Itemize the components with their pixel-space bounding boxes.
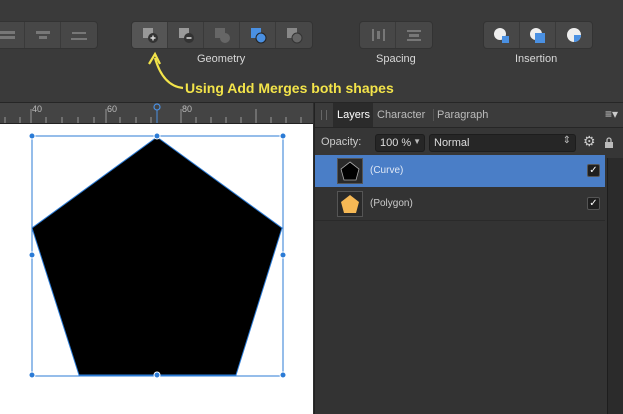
gear-icon[interactable]: ⚙ [583, 133, 596, 150]
layers-panel: Layers Character Paragraph ≡▾ Opacity: 1… [314, 103, 623, 414]
space-vertical-icon [407, 30, 421, 41]
geometry-button-group [131, 21, 313, 49]
divide-geometry-button[interactable] [276, 22, 312, 48]
insert-top-icon [567, 28, 581, 42]
handle-top-left[interactable] [28, 132, 36, 140]
design-canvas[interactable] [0, 124, 313, 414]
align-button-3[interactable] [61, 22, 97, 48]
subtract-icon [178, 28, 194, 43]
visibility-checkbox[interactable]: ✓ [587, 197, 600, 210]
layer-row-polygon[interactable]: (Polygon) ✓ [315, 188, 605, 221]
merged-pentagon-shape[interactable] [31, 136, 283, 376]
insert-top-button[interactable] [556, 22, 592, 48]
tab-layers[interactable]: Layers [337, 109, 370, 121]
spacing-button-group [359, 21, 433, 49]
opacity-value: 100 % [380, 137, 412, 149]
panel-menu-icon[interactable]: ≡▾ [605, 107, 618, 121]
toolbar: Geometry Spacing Insertion Using Add Mer… [0, 0, 623, 103]
panel-tabs: Layers Character Paragraph ≡▾ [315, 103, 623, 128]
insertion-label: Insertion [515, 53, 558, 65]
align-button-2[interactable] [25, 22, 61, 48]
intersect-icon [214, 28, 230, 43]
handle-middle-right[interactable] [279, 251, 287, 259]
layer-name: (Curve) [370, 165, 404, 176]
ruler-label-40: 40 [32, 104, 43, 114]
add-icon [142, 28, 158, 43]
space-horizontal-icon [371, 29, 385, 41]
insertion-button-group [483, 21, 593, 49]
annotation-text: Using Add Merges both shapes [185, 80, 394, 96]
ruler-label-80: 80 [182, 104, 193, 114]
tab-paragraph[interactable]: Paragraph [433, 109, 488, 121]
align-button-group [0, 21, 98, 49]
curve-thumbnail [337, 158, 363, 184]
subtract-geometry-button[interactable] [168, 22, 204, 48]
tab-character[interactable]: Character [377, 109, 425, 121]
insert-inside-button[interactable] [520, 22, 556, 48]
horizontal-ruler[interactable]: 40 60 80 [0, 103, 313, 124]
spacing-label: Spacing [376, 53, 416, 65]
ruler-marker-icon [153, 103, 161, 111]
opacity-field[interactable]: 100 % ▼ [375, 134, 425, 152]
xor-icon [250, 28, 266, 44]
layer-name: (Polygon) [370, 198, 413, 209]
space-vertical-button[interactable] [396, 22, 432, 48]
insert-behind-button[interactable] [484, 22, 520, 48]
handle-middle-left[interactable] [28, 251, 36, 259]
panel-scrollbar[interactable] [607, 158, 623, 414]
ruler-label-60: 60 [107, 104, 118, 114]
blend-mode-value: Normal [434, 137, 470, 149]
insert-inside-icon [529, 28, 545, 43]
intersect-geometry-button[interactable] [204, 22, 240, 48]
insert-behind-icon [493, 28, 509, 43]
blend-mode-select[interactable]: Normal ⇕ [429, 134, 576, 152]
xor-geometry-button[interactable] [240, 22, 276, 48]
handle-bottom-center[interactable] [153, 371, 161, 379]
divide-icon [287, 28, 303, 44]
stepper-icon: ⇕ [562, 135, 571, 146]
lock-icon[interactable] [604, 136, 614, 149]
opacity-label: Opacity: [321, 136, 362, 148]
panel-grip-icon[interactable] [321, 110, 327, 120]
layer-row-curve[interactable]: (Curve) ✓ [315, 155, 605, 187]
align-button-1[interactable] [0, 22, 25, 48]
visibility-checkbox[interactable]: ✓ [587, 164, 600, 177]
geometry-label: Geometry [197, 53, 246, 65]
handle-top-center[interactable] [153, 132, 161, 140]
annotation-arrow-icon [148, 51, 184, 90]
handle-top-right[interactable] [279, 132, 287, 140]
polygon-thumbnail [337, 191, 363, 217]
add-geometry-button[interactable] [132, 22, 168, 48]
chevron-down-icon: ▼ [413, 137, 421, 146]
space-horizontal-button[interactable] [360, 22, 396, 48]
handle-bottom-left[interactable] [28, 371, 36, 379]
handle-bottom-right[interactable] [279, 371, 287, 379]
opacity-row: Opacity: 100 % ▼ Normal ⇕ ⚙ [315, 128, 623, 158]
